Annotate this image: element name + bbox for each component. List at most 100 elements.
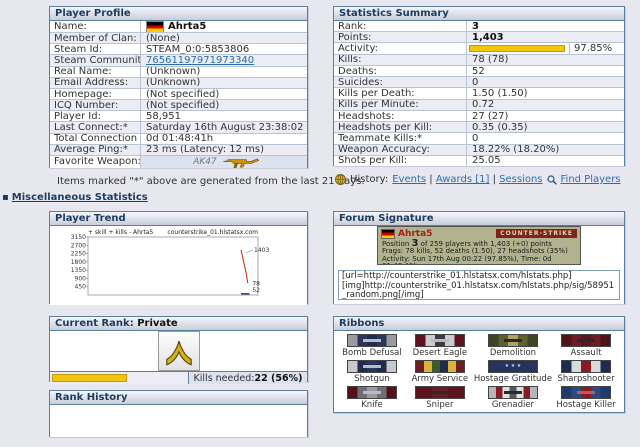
profile-row: Homepage:(Not specified) bbox=[50, 88, 307, 99]
row-label: Average Ping:* bbox=[50, 144, 140, 155]
y-tick-label: 2250 bbox=[71, 251, 86, 258]
rank-progress-track bbox=[50, 372, 188, 384]
ribbon-item: Grenadier bbox=[474, 386, 552, 410]
ribbon-device bbox=[504, 391, 522, 394]
profile-row: Average Ping:* 23 ms (Latency: 12 ms) bbox=[50, 144, 307, 155]
row-value: STEAM_0:0:5853806 bbox=[140, 44, 307, 54]
row-text: 0d 01:48:41h bbox=[146, 134, 213, 144]
row-label: Shots per Kill: bbox=[334, 155, 466, 166]
y-tick-label: 1800 bbox=[71, 259, 86, 266]
row-label: Deaths: bbox=[334, 66, 466, 77]
row-text: 0 bbox=[472, 77, 478, 87]
current-rank-title: Current Rank: Private bbox=[50, 317, 307, 331]
row-label: Member of Clan: bbox=[50, 33, 140, 44]
row-text: 23 ms (Latency: 12 ms) bbox=[146, 145, 264, 155]
row-text: (Not specified) bbox=[146, 100, 219, 110]
ribbon-item: Army Service bbox=[406, 360, 474, 384]
row-label: Steam Community: bbox=[50, 55, 140, 66]
stats-row: Kills: 78 (78) bbox=[334, 54, 624, 65]
row-text: 18.22% (18.20%) bbox=[472, 145, 559, 155]
ribbon-item: Assault bbox=[552, 334, 620, 358]
row-value: (Unknown) bbox=[140, 78, 307, 88]
activity-bar bbox=[469, 45, 565, 52]
link-separator: | bbox=[426, 174, 436, 185]
chart-annotation: 52 bbox=[252, 287, 260, 294]
chevron-icon bbox=[162, 335, 196, 367]
row-label: Real Name: bbox=[50, 66, 140, 77]
rank-history-title: Rank History bbox=[50, 391, 307, 405]
profile-row: Member of Clan:(None) bbox=[50, 32, 307, 43]
ribbon-image bbox=[415, 334, 465, 347]
row-text: 25.05 bbox=[472, 156, 501, 166]
row-label: Kills per Death: bbox=[334, 88, 466, 99]
row-text: 0 bbox=[472, 133, 478, 143]
signature-image: Ahrta5 COUNTER-STRIKE Position 3 of 259 … bbox=[377, 226, 581, 265]
row-value: 52 bbox=[466, 66, 624, 76]
find-players-link[interactable]: Find Players bbox=[561, 174, 621, 185]
ribbon-item: Sharpshooter bbox=[552, 360, 620, 384]
ribbon-label: Knife bbox=[361, 400, 383, 410]
rank-progress-bar bbox=[52, 374, 127, 382]
steam-community-link[interactable]: 76561197971973340 bbox=[146, 55, 254, 65]
profile-row: Email Address:(Unknown) bbox=[50, 77, 307, 88]
row-text: 3 bbox=[472, 21, 479, 31]
ribbon-label: Demolition bbox=[490, 348, 536, 358]
statistics-summary-panel: Statistics Summary Rank:3Points:1,403Act… bbox=[333, 6, 625, 166]
statistics-summary-table: Rank:3Points:1,403Activity:97.85%Kills:7… bbox=[334, 21, 624, 166]
ribbon-item: Knife bbox=[338, 386, 406, 410]
chart-legend: + skill + kills - Ahrta5 bbox=[88, 229, 153, 236]
signature-text: Position 3 of 259 players with 1,403 (+0… bbox=[378, 239, 580, 265]
profile-row: Total Connection Time:0d 01:48:41h bbox=[50, 133, 307, 144]
ribbon-image bbox=[561, 360, 611, 373]
stats-row: Activity:97.85% bbox=[334, 42, 624, 53]
row-label: Suicides: bbox=[334, 77, 466, 88]
ribbons-panel: Ribbons Bomb DefusalDesert EagleDemoliti… bbox=[333, 316, 625, 413]
row-label: Headshots: bbox=[334, 111, 466, 122]
row-value: Ahrta5 bbox=[140, 21, 307, 32]
row-value: (Not specified) bbox=[140, 89, 307, 99]
profile-row: Last Connect:*Saturday 16th August 23:38… bbox=[50, 121, 307, 132]
rank-progress-row: Kills needed: 22 (56%) bbox=[50, 371, 307, 384]
ribbon-image bbox=[415, 360, 465, 373]
row-value: 1,403 bbox=[466, 32, 624, 42]
activity-percent: 97.85% bbox=[569, 43, 624, 53]
row-label: Player Id: bbox=[50, 111, 140, 122]
ribbon-label: Assault bbox=[571, 348, 602, 358]
row-value: 27 (27) bbox=[466, 111, 624, 121]
ribbon-image bbox=[488, 334, 538, 347]
history-link[interactable]: Events bbox=[392, 174, 426, 185]
player-profile-title: Player Profile bbox=[50, 7, 307, 21]
row-label: Kills: bbox=[334, 54, 466, 65]
row-label: Steam Id: bbox=[50, 44, 140, 55]
row-value: (Unknown) bbox=[140, 67, 307, 77]
row-label: Homepage: bbox=[50, 89, 140, 100]
ribbon-image bbox=[561, 334, 611, 347]
row-value: 3 bbox=[466, 21, 624, 31]
forum-signature-panel: Forum Signature Ahrta5 COUNTER-STRIKE Po… bbox=[333, 211, 625, 304]
ribbon-device bbox=[363, 339, 381, 342]
row-label: Last Connect:* bbox=[50, 122, 140, 133]
ribbon-label: Army Service bbox=[412, 374, 469, 384]
row-value: Saturday 16th August 23:38:02 bbox=[140, 122, 307, 132]
miscellaneous-statistics-link[interactable]: Miscellaneous Statistics bbox=[12, 192, 148, 203]
bbcode-textarea[interactable]: [url=http://counterstrike_01.hlstatsx.co… bbox=[338, 270, 620, 300]
row-label: Rank: bbox=[334, 21, 466, 31]
row-text: STEAM_0:0:5853806 bbox=[146, 44, 249, 54]
row-text: 78 (78) bbox=[472, 55, 508, 65]
ribbon-image bbox=[488, 386, 538, 399]
ribbon-image bbox=[561, 386, 611, 399]
row-label: Name: bbox=[50, 21, 140, 32]
y-tick-label: 2700 bbox=[71, 242, 86, 249]
row-value: 0.35 (0.35) bbox=[466, 122, 624, 132]
stats-row: Rank: 3 bbox=[334, 21, 624, 31]
ribbon-item: Demolition bbox=[474, 334, 552, 358]
history-link[interactable]: Sessions bbox=[499, 174, 542, 185]
bullet-icon: ▪ bbox=[2, 192, 9, 203]
row-value: (None) bbox=[140, 33, 307, 43]
globe-icon bbox=[335, 174, 346, 185]
row-text: 0.35 (0.35) bbox=[472, 122, 528, 132]
row-value: 0 bbox=[466, 133, 624, 143]
profile-row: ICQ Number:(Not specified) bbox=[50, 99, 307, 110]
row-value: 0d 01:48:41h bbox=[140, 134, 307, 144]
history-link[interactable]: Awards [1] bbox=[436, 174, 490, 185]
